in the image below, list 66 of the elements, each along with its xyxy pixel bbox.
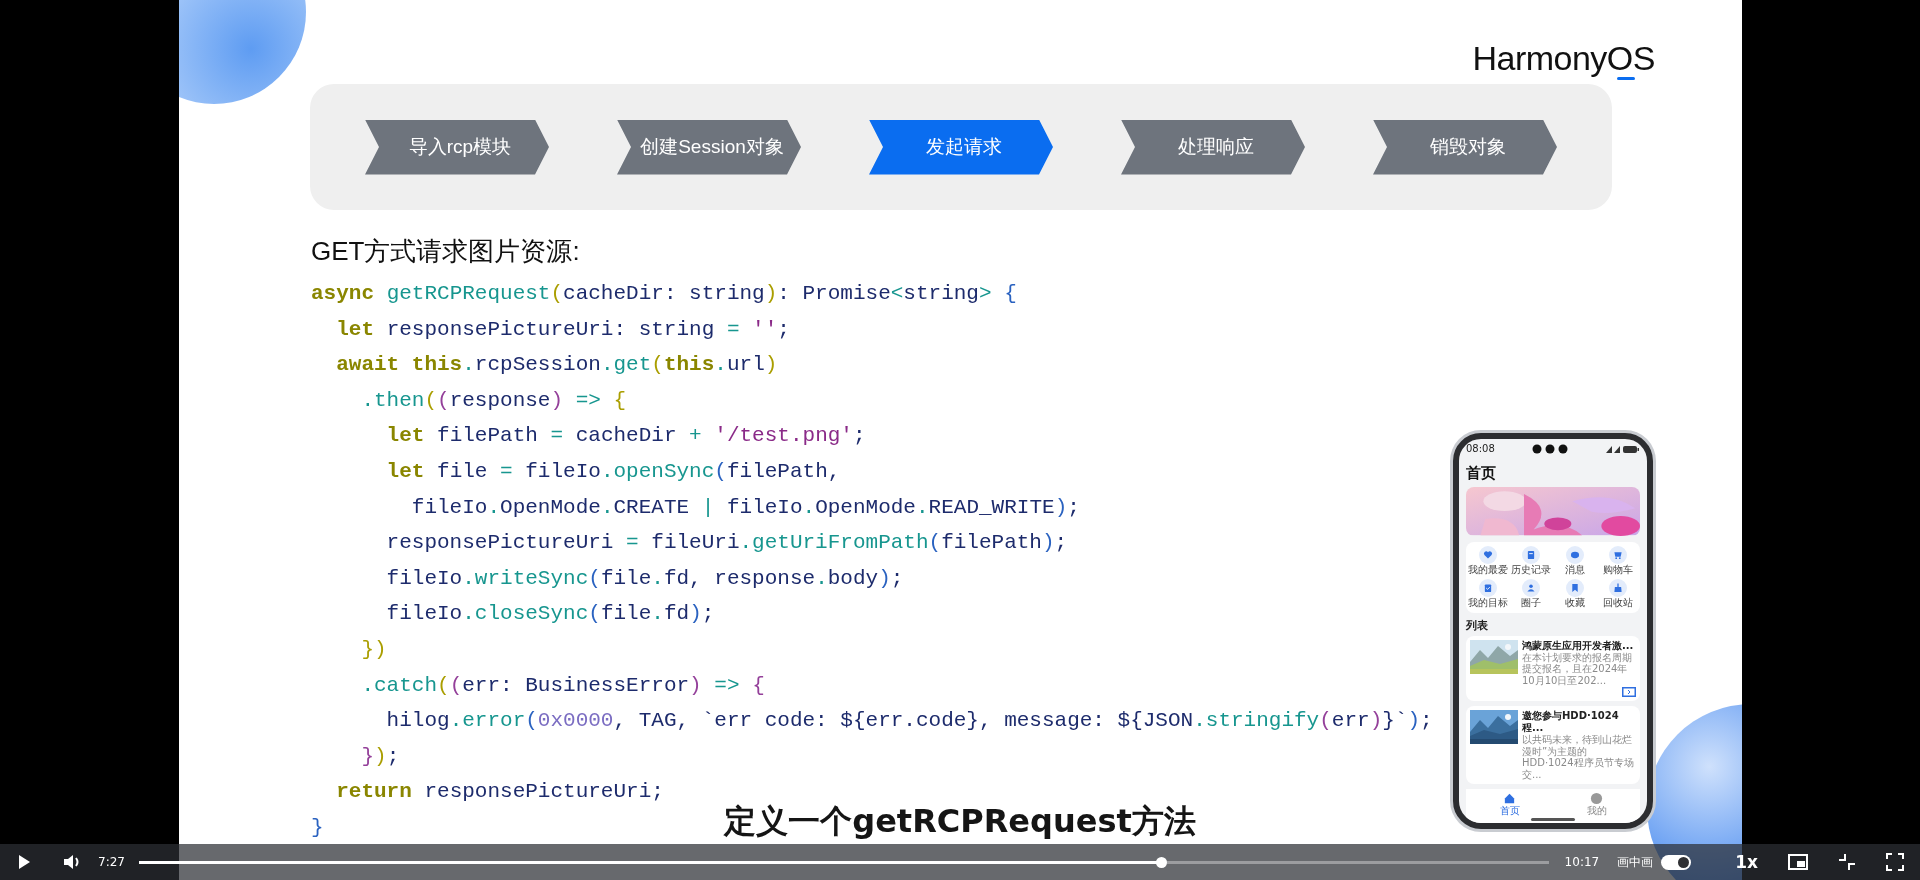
exit-window-icon[interactable] <box>1838 853 1856 871</box>
progress-thumb[interactable] <box>1155 856 1167 868</box>
code-line: let file = fileIo.openSync(filePath, <box>385 458 841 485</box>
fullscreen-icon[interactable] <box>1886 853 1904 871</box>
code-line: }) <box>360 636 387 663</box>
clipboard-icon <box>1478 578 1497 597</box>
code-line: let responsePictureUri: string = ''; <box>335 316 790 343</box>
shortcut-label[interactable]: 消息 <box>1564 563 1585 576</box>
process-step: 导入rcp模块 <box>365 119 549 175</box>
status-time: 08:08 <box>1466 443 1495 455</box>
code-line: await this.rcpSession.get(this.url) <box>335 352 778 379</box>
broom-icon <box>1609 578 1628 597</box>
code-line: responsePictureUri = fileUri.getUriFromPath(filePath); <box>385 530 1068 557</box>
bookmark-icon <box>1565 578 1584 597</box>
pip-label: 画中画 <box>1617 853 1654 871</box>
tab-item[interactable]: 首页 <box>1499 792 1520 816</box>
elapsed-time: 7:27 <box>98 855 125 869</box>
code-line: async getRCPRequest(cacheDir: string): Promise<string> { <box>311 281 1017 307</box>
page-title: 首页 <box>1466 464 1497 484</box>
list-card[interactable]: 邀您参与HDD·1024程... 以共码未来，待到山花烂漫时”为主题的HDD·1024程序员节专场交... <box>1466 706 1640 784</box>
section-title: 列表 <box>1466 617 1489 633</box>
shortcut-label[interactable]: 圈子 <box>1521 596 1542 609</box>
chat-icon <box>1565 545 1584 564</box>
duration-time: 10:17 <box>1564 855 1600 869</box>
shortcut-label[interactable]: 回收站 <box>1603 596 1634 609</box>
note-icon <box>1522 545 1541 564</box>
card-description: 以共码未来，待到山花烂漫时”为主题的HDD·1024程序员节专场交... <box>1522 734 1635 780</box>
code-line: let filePath = cacheDir + '/test.png'; <box>385 423 866 450</box>
shortcut-label[interactable]: 我的目标 <box>1467 596 1508 609</box>
code-line: fileIo.closeSync(file.fd); <box>385 601 715 628</box>
card-title: 邀您参与HDD·1024程... <box>1522 710 1620 734</box>
signal-battery-icon <box>1606 444 1640 453</box>
shortcut-label[interactable]: 购物车 <box>1603 563 1634 576</box>
code-line: fileIo.OpenMode.CREATE | fileIo.OpenMode.READ_WRITE); <box>410 494 1080 521</box>
code-line: fileIo.writeSync(file.fd, response.body); <box>385 565 904 592</box>
video-subtitle: 定义一个getRCPRequest方法 <box>724 801 1196 842</box>
home-indicator <box>1531 818 1575 821</box>
shortcut-label[interactable]: 历史记录 <box>1511 563 1552 576</box>
card-title: 鸿蒙原生应用开发者激... <box>1522 639 1635 652</box>
camera-cutout-icon <box>1532 443 1569 454</box>
process-step: 处理响应 <box>1121 119 1305 175</box>
brand-logo: HarmonyOS <box>1472 38 1655 80</box>
play-icon[interactable] <box>16 854 32 870</box>
process-step: 发起请求 <box>869 119 1053 175</box>
process-step: 销毁对象 <box>1373 119 1557 175</box>
pip-toggle[interactable] <box>1661 854 1692 870</box>
section-heading: GET方式请求图片资源: <box>311 236 580 266</box>
cart-icon <box>1609 545 1628 564</box>
chevron-button[interactable] <box>1622 687 1636 697</box>
code-line: }); <box>360 743 400 770</box>
picture-in-picture-icon[interactable] <box>1788 854 1808 870</box>
tab-item[interactable]: 我的 <box>1586 792 1607 816</box>
home-icon <box>1503 792 1516 805</box>
code-line: } <box>311 814 324 841</box>
shortcut-label[interactable]: 我的最爱 <box>1467 563 1508 576</box>
list-card[interactable]: 鸿蒙原生应用开发者激... 在本计划要求的报名周期提交报名，且在2024年10月10日至202... <box>1466 635 1640 701</box>
code-line: .catch((err: BusinessError) => { <box>360 672 765 699</box>
profile-icon <box>1590 792 1603 805</box>
code-line: hilog.error(0x0000, TAG, `err code: ${err.code}, message: ${JSON.stringify(err)}`); <box>385 708 1433 735</box>
person-icon <box>1522 578 1541 597</box>
code-line: .then((response) => { <box>360 387 627 414</box>
speed-button[interactable]: 1x <box>1735 852 1758 872</box>
process-step: 创建Session对象 <box>617 119 801 175</box>
shortcut-label[interactable]: 收藏 <box>1564 596 1585 609</box>
code-line: return responsePictureUri; <box>335 779 664 806</box>
card-description: 在本计划要求的报名周期提交报名，且在2024年10月10日至202... <box>1522 651 1633 686</box>
